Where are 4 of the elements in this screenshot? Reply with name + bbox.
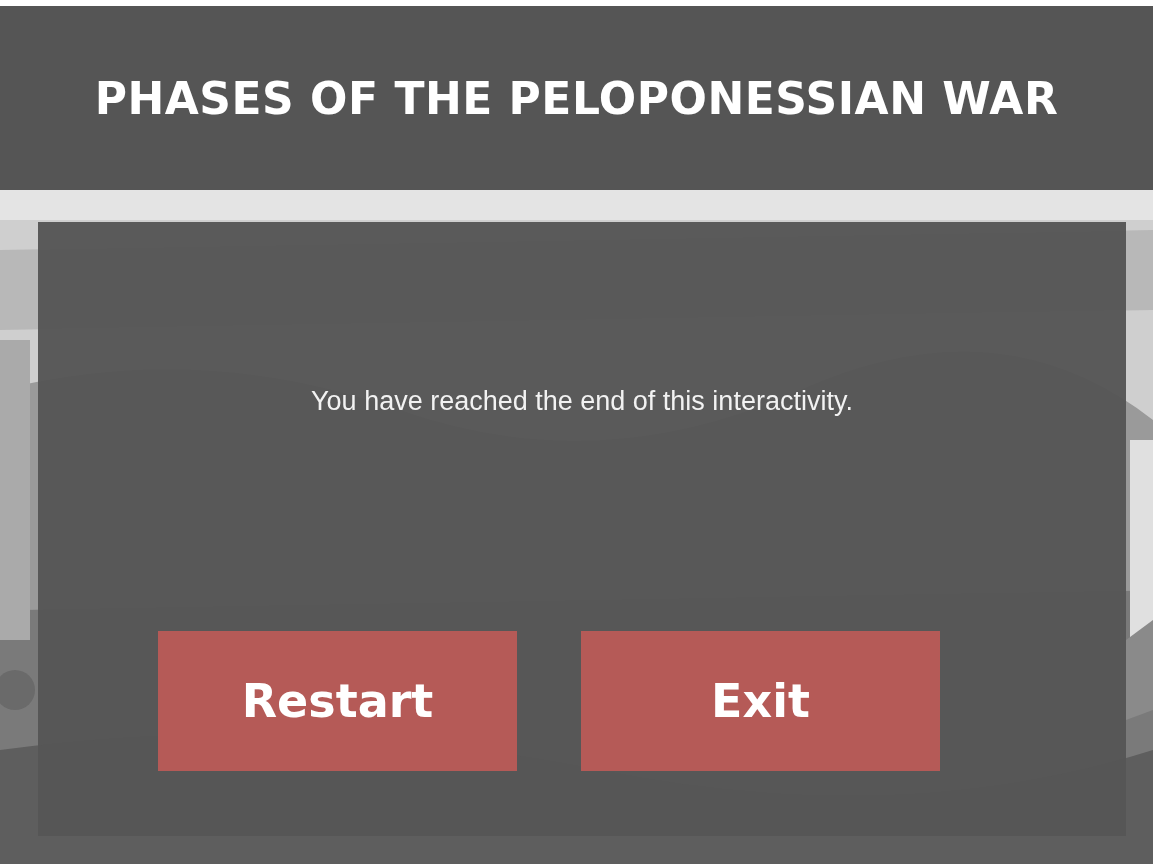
end-message: You have reached the end of this interactivity.	[311, 386, 853, 417]
dialog-button[interactable]: Restart	[158, 631, 517, 771]
page-title: PHASES OF THE PELOPONESSIAN WAR	[94, 72, 1059, 124]
dialog-button[interactable]: Exit	[581, 631, 940, 771]
